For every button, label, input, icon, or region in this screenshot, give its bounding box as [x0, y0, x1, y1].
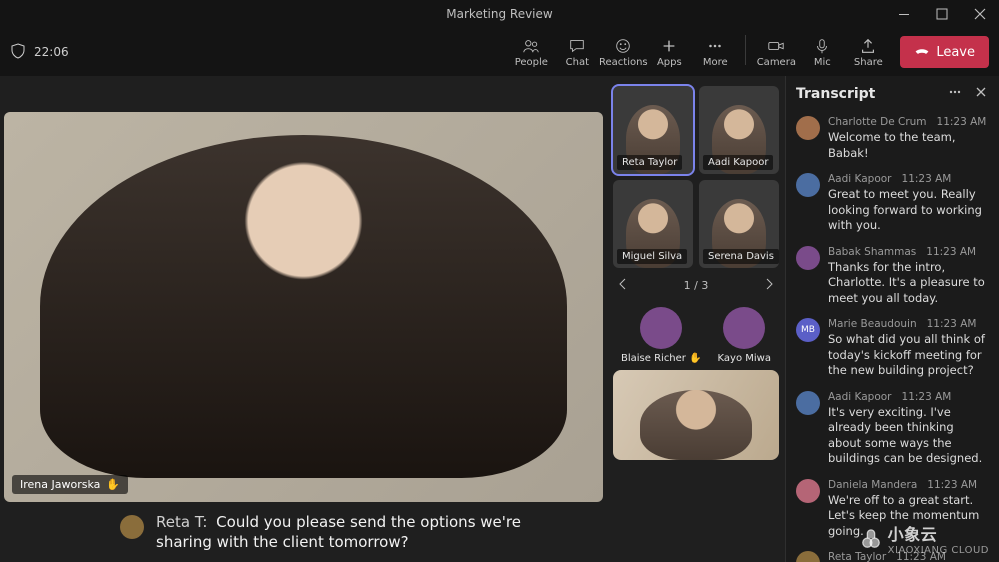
transcript-entry: Reta Taylor11:23 AMCould you please send…: [796, 551, 989, 562]
avatar: [796, 116, 820, 140]
apps-button[interactable]: Apps: [647, 35, 691, 70]
message-text: We're off to a great start. Let's keep t…: [828, 493, 989, 540]
transcript-entry: MB Marie Beaudouin 11:23 AM So what did you…: [796, 318, 989, 379]
camera-icon: [767, 37, 785, 55]
video-tile[interactable]: Reta Taylor: [613, 86, 693, 174]
author: Charlotte De Crum: [828, 116, 927, 128]
author: Aadi Kapoor: [828, 173, 892, 185]
caption-text: Could you please send the options we're …: [156, 513, 521, 551]
author: Aadi Kapoor: [828, 391, 892, 403]
message-text: Great to meet you. Really looking forwar…: [828, 187, 989, 234]
main-stage: Irena Jaworska ✋ Reta T: Could you pleas…: [0, 76, 607, 562]
raised-hand-icon: ✋: [106, 478, 120, 491]
maximize-button[interactable]: [923, 0, 961, 28]
avatar: [796, 551, 820, 562]
transcript-entry: Aadi Kapoor 11:23 AM Great to meet you. Re…: [796, 173, 989, 234]
call-duration: 22:06: [34, 45, 69, 59]
camera-button[interactable]: Camera: [754, 35, 798, 70]
tile-name: Reta Taylor: [617, 155, 682, 170]
timestamp: 11:23 AM: [896, 551, 946, 562]
transcript-entry: Charlotte De Crum 11:23 AM Welcome to the …: [796, 116, 989, 161]
avatar: [796, 246, 820, 270]
transcript-entry: Babak Shammas 11:23 AM Thanks for the intr…: [796, 246, 989, 307]
plus-icon: [660, 37, 678, 55]
chat-icon: [568, 37, 586, 55]
author: Daniela Mandera: [828, 479, 917, 491]
overflow-video-tile[interactable]: [613, 370, 779, 460]
author: Reta Taylor: [828, 551, 886, 562]
window-title: Marketing Review: [446, 7, 552, 21]
tile-name: Miguel Silva: [617, 249, 687, 264]
author: Babak Shammas: [828, 246, 916, 258]
message-text: Welcome to the team, Babak!: [828, 130, 989, 161]
meeting-toolbar: 22:06 People Chat Reactions Apps More Ca…: [0, 28, 999, 76]
transcript-more-button[interactable]: [947, 84, 963, 104]
smile-icon: [614, 37, 632, 55]
timestamp: 11:23 AM: [926, 246, 976, 258]
transcript-entry: Aadi Kapoor 11:23 AM It's very exciting. I…: [796, 391, 989, 467]
live-caption: Reta T: Could you please send the option…: [0, 502, 607, 562]
people-icon: [522, 37, 540, 55]
gallery-next[interactable]: [761, 276, 777, 295]
tile-name: Aadi Kapoor: [703, 155, 773, 170]
people-button[interactable]: People: [509, 35, 553, 70]
avatar: [796, 479, 820, 503]
timestamp: 11:23 AM: [902, 391, 952, 403]
transcript-entry: Daniela Mandera 11:23 AM We're off to a gr…: [796, 479, 989, 540]
gallery-page: 1 / 3: [684, 279, 709, 292]
caption-speaker: Reta T:: [156, 513, 207, 531]
author: Marie Beaudouin: [828, 318, 917, 330]
timestamp: 11:23 AM: [927, 318, 977, 330]
avatar: [796, 173, 820, 197]
minimize-button[interactable]: [885, 0, 923, 28]
message-text: So what did you all think of today's kic…: [828, 332, 989, 379]
chat-button[interactable]: Chat: [555, 35, 599, 70]
participant-gallery: Reta Taylor Aadi Kapoor Miguel Silva Serena…: [607, 76, 785, 562]
main-video[interactable]: Irena Jaworska ✋: [4, 112, 603, 502]
transcript-close-button[interactable]: [973, 84, 989, 104]
timestamp: 11:23 AM: [902, 173, 952, 185]
main-nameplate: Irena Jaworska ✋: [12, 475, 128, 494]
video-tile[interactable]: Aadi Kapoor: [699, 86, 779, 174]
hangup-icon: [914, 42, 930, 62]
more-button[interactable]: More: [693, 35, 737, 70]
leave-button[interactable]: Leave: [900, 36, 989, 68]
share-button[interactable]: Share: [846, 35, 890, 70]
participant-avatar[interactable]: Kayo Miwa: [718, 307, 771, 364]
message-text: It's very exciting. I've already been th…: [828, 405, 989, 467]
titlebar: Marketing Review: [0, 0, 999, 28]
timestamp: 11:23 AM: [937, 116, 987, 128]
video-tile[interactable]: Serena Davis: [699, 180, 779, 268]
timestamp: 11:23 AM: [927, 479, 977, 491]
mic-button[interactable]: Mic: [800, 35, 844, 70]
gallery-prev[interactable]: [615, 276, 631, 295]
participant-avatar[interactable]: Blaise Richer ✋: [621, 307, 702, 364]
close-window-button[interactable]: [961, 0, 999, 28]
caption-avatar: [120, 515, 144, 539]
tile-name: Serena Davis: [703, 249, 779, 264]
transcript-title: Transcript: [796, 86, 875, 102]
mic-icon: [813, 37, 831, 55]
avatar: [796, 391, 820, 415]
more-icon: [706, 37, 724, 55]
shield-icon: [10, 43, 26, 62]
share-icon: [859, 37, 877, 55]
avatar: MB: [796, 318, 820, 342]
reactions-button[interactable]: Reactions: [601, 35, 645, 70]
video-tile[interactable]: Miguel Silva: [613, 180, 693, 268]
message-text: Thanks for the intro, Charlotte. It's a …: [828, 260, 989, 307]
transcript-panel: Transcript Charlotte De Crum 11:23 AM Welc…: [785, 76, 999, 562]
